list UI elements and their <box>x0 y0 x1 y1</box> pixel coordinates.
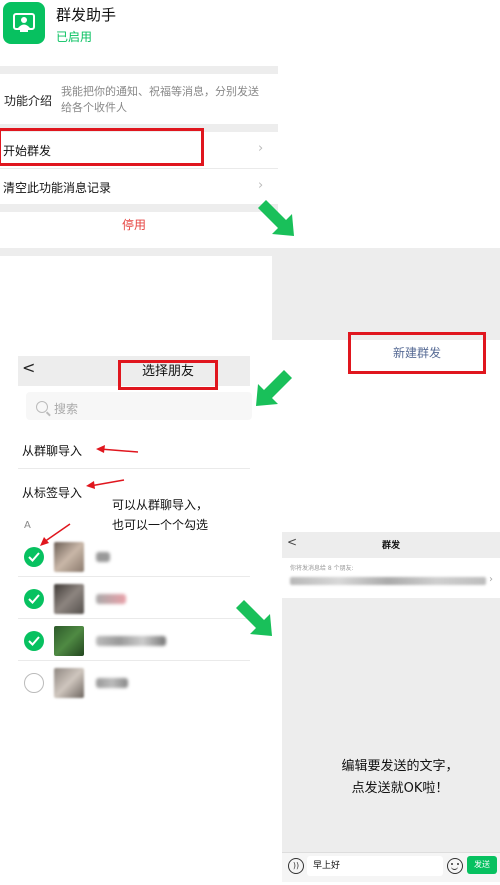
avatar <box>54 668 84 698</box>
contact-row[interactable] <box>18 664 250 702</box>
intro-label: 功能介绍 <box>4 94 53 108</box>
contact-name-blurred <box>96 552 110 562</box>
search-placeholder: 搜索 <box>54 402 79 416</box>
intro-text: 我能把你的通知、祝福等消息，分别发送给各个收件人 <box>61 85 259 114</box>
back-button[interactable]: < <box>22 358 35 377</box>
unchecked-checkbox-icon[interactable] <box>24 673 44 693</box>
contact-row[interactable] <box>18 622 250 660</box>
green-arrow-icon <box>256 370 292 406</box>
avatar <box>54 584 84 614</box>
app-status: 已启用 <box>56 30 93 44</box>
import-from-tag[interactable]: 从标签导入 <box>22 484 82 501</box>
contact-name-blurred <box>96 636 166 646</box>
clear-history-label: 清空此功能消息记录 <box>3 181 112 195</box>
new-mass-message-label: 新建群发 <box>392 346 441 360</box>
compose-title: 群发 <box>381 541 400 551</box>
voice-icon[interactable]: )) <box>288 858 304 874</box>
row-divider <box>18 660 250 661</box>
chevron-right-icon: › <box>258 178 264 193</box>
section-separator <box>0 248 278 256</box>
search-icon <box>36 401 48 413</box>
chevron-right-icon: › <box>489 574 493 585</box>
contact-row[interactable] <box>18 538 250 576</box>
avatar <box>54 626 84 656</box>
gray-background-area <box>272 248 500 340</box>
instruction-text: 编辑要发送的文字， 点发送就OK啦！ <box>300 756 500 800</box>
row-divider <box>0 168 278 169</box>
row-divider <box>18 468 250 469</box>
chevron-right-icon: › <box>258 141 264 156</box>
section-letter: A <box>24 520 31 531</box>
highlight-box <box>0 128 204 166</box>
checked-checkbox-icon[interactable] <box>24 547 44 567</box>
message-input[interactable]: 早上好 <box>307 856 443 876</box>
import-from-group-chat[interactable]: 从群聊导入 <box>22 442 82 459</box>
checked-checkbox-icon[interactable] <box>24 631 44 651</box>
new-mass-message-button[interactable]: 新建群发 <box>348 332 486 374</box>
checked-checkbox-icon[interactable] <box>24 589 44 609</box>
feature-settings-panel: 群发助手 已启用 功能介绍 我能把你的通知、祝福等消息，分别发送给各个收件人 开… <box>0 0 278 256</box>
green-arrow-icon <box>258 200 294 236</box>
annotation-line-1: 可以从群聊导入， <box>112 498 209 512</box>
send-button[interactable]: 发送 <box>467 856 497 874</box>
app-name: 群发助手 <box>56 6 117 24</box>
section-separator <box>0 204 278 212</box>
contact-row[interactable] <box>18 580 250 618</box>
instruction-line-2: 点发送就OK啦！ <box>351 781 449 796</box>
row-divider <box>18 576 250 577</box>
clear-history-row[interactable]: 清空此功能消息记录 › <box>0 170 278 204</box>
select-friends-title: 选择朋友 <box>118 360 218 390</box>
recipients-list-blurred <box>290 577 486 585</box>
mass-message-assistant-icon <box>3 2 45 44</box>
annotation-line-2: 也可以一个个勾选 <box>112 518 209 532</box>
recipients-header: 你将发消息给 8 个朋友: <box>290 565 354 572</box>
contact-name-blurred <box>96 678 128 688</box>
green-arrow-icon <box>236 600 272 636</box>
disable-button[interactable]: 停用 <box>0 216 268 233</box>
avatar <box>54 542 84 572</box>
red-arrow-icon <box>96 445 139 453</box>
contact-name-blurred <box>96 594 126 604</box>
instruction-line-1: 编辑要发送的文字， <box>341 759 459 774</box>
emoji-icon[interactable] <box>447 858 463 874</box>
red-arrow-icon <box>86 479 125 489</box>
row-divider <box>18 618 250 619</box>
section-separator <box>0 66 278 74</box>
